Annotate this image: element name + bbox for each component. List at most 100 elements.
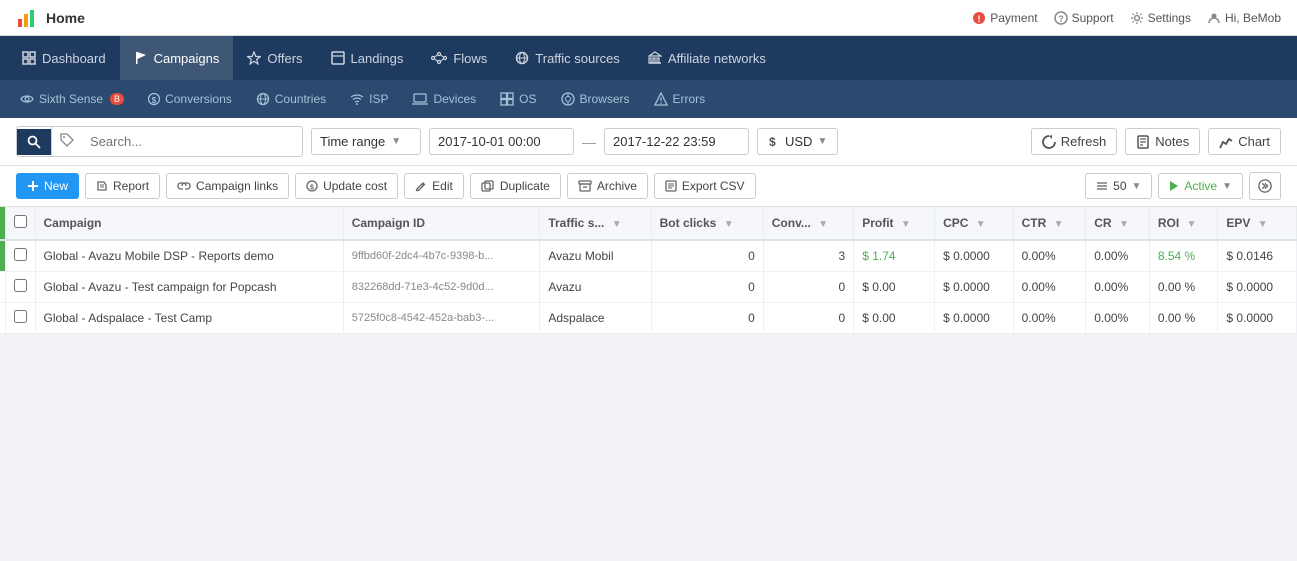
column-header-profit[interactable]: Profit ▼ (854, 207, 935, 240)
column-header-conv[interactable]: Conv... ▼ (763, 207, 853, 240)
nav-item-traffic-sources[interactable]: Traffic sources (501, 36, 634, 80)
cell-roi: 8.54 % (1149, 240, 1218, 272)
refresh-icon (1042, 135, 1056, 149)
cell-roi: 0.00 % (1149, 272, 1218, 303)
export-csv-button[interactable]: Export CSV (654, 173, 756, 199)
column-header-ctr[interactable]: CTR ▼ (1013, 207, 1086, 240)
edit-button[interactable]: Edit (404, 173, 464, 199)
column-header-campaign-id[interactable]: Campaign ID (343, 207, 540, 240)
subnav-item-browsers[interactable]: Browsers (549, 80, 642, 118)
cell-campaign_id: 5725f0c8-4542-452a-bab3-... (343, 303, 540, 334)
edit-icon (415, 180, 427, 192)
update-cost-button[interactable]: $ Update cost (295, 173, 398, 199)
subnav-item-conversions[interactable]: $ Conversions (136, 80, 244, 118)
time-range-chevron-icon: ▼ (391, 136, 401, 147)
row-checkbox-cell[interactable] (5, 240, 35, 272)
row-checkbox[interactable] (14, 248, 27, 261)
sort-icon: ▼ (901, 219, 911, 230)
column-header-roi[interactable]: ROI ▼ (1149, 207, 1218, 240)
per-page-button[interactable]: 50 ▼ (1085, 173, 1152, 199)
currency-chevron-icon: ▼ (817, 136, 827, 147)
column-header-bot-clicks[interactable]: Bot clicks ▼ (651, 207, 763, 240)
tag-button[interactable] (51, 127, 82, 156)
app-name[interactable]: Home (46, 10, 85, 26)
report-button[interactable]: Report (85, 173, 160, 199)
support-link[interactable]: ? Support (1054, 11, 1114, 25)
warning-icon (654, 92, 668, 106)
subnav: Sixth Sense B $ Conversions Countries IS… (0, 80, 1297, 118)
time-range-dropdown[interactable]: Time range ▼ (311, 128, 421, 155)
row-checkbox-cell[interactable] (5, 303, 35, 334)
settings-link[interactable]: Settings (1130, 11, 1191, 25)
refresh-button[interactable]: Refresh (1031, 128, 1118, 155)
nav-item-landings[interactable]: Landings (317, 36, 418, 80)
nav-item-dashboard[interactable]: Dashboard (8, 36, 120, 80)
user-menu[interactable]: Hi, BeMob (1207, 11, 1281, 25)
row-checkbox[interactable] (14, 279, 27, 292)
column-header-traffic-source[interactable]: Traffic s... ▼ (540, 207, 651, 240)
table-row: Global - Adspalace - Test Camp5725f0c8-4… (0, 303, 1297, 334)
nav-item-campaigns[interactable]: Campaigns (120, 36, 234, 80)
search-button[interactable] (17, 129, 51, 155)
nav-item-affiliate-networks[interactable]: Affiliate networks (634, 36, 780, 80)
sort-icon: ▼ (612, 219, 622, 230)
cell-campaign_id: 832268dd-71e3-4c52-9d0d... (343, 272, 540, 303)
cell-profit: $ 0.00 (854, 303, 935, 334)
column-header-epv[interactable]: EPV ▼ (1218, 207, 1297, 240)
svg-text:$: $ (769, 135, 776, 149)
subnav-item-devices[interactable]: Devices (400, 80, 488, 118)
row-checkbox[interactable] (14, 310, 27, 323)
gear-icon (1130, 11, 1144, 25)
notes-button[interactable]: Notes (1125, 128, 1200, 155)
cell-conv: 0 (763, 272, 853, 303)
date-from-input[interactable] (429, 128, 574, 155)
active-button[interactable]: Active ▼ (1158, 173, 1243, 199)
cell-profit: $ 0.00 (854, 272, 935, 303)
payment-link[interactable]: ! Payment (972, 11, 1037, 25)
tag-icon (60, 133, 74, 147)
laptop-icon (412, 92, 428, 106)
navbar: Dashboard Campaigns Offers Landings Flow… (0, 36, 1297, 80)
date-to-input[interactable] (604, 128, 749, 155)
select-all-checkbox[interactable] (14, 215, 27, 228)
nav-item-flows[interactable]: Flows (417, 36, 501, 80)
cell-campaign: Global - Avazu - Test campaign for Popca… (35, 272, 343, 303)
star-icon (247, 51, 261, 65)
archive-button[interactable]: Archive (567, 173, 648, 199)
column-settings-button[interactable] (1249, 172, 1281, 200)
chart-icon (1219, 135, 1233, 149)
chart-button[interactable]: Chart (1208, 128, 1281, 155)
search-icon (27, 135, 41, 149)
per-page-chevron-icon: ▼ (1132, 181, 1142, 192)
browser-icon (561, 92, 575, 106)
topbar-right: ! Payment ? Support Settings Hi, BeMob (972, 11, 1281, 25)
nav-item-offers[interactable]: Offers (233, 36, 316, 80)
new-button[interactable]: New (16, 173, 79, 199)
cell-bot_clicks: 0 (651, 240, 763, 272)
column-header-campaign[interactable]: Campaign (35, 207, 343, 240)
column-header-cr[interactable]: CR ▼ (1086, 207, 1150, 240)
campaign-links-button[interactable]: Campaign links (166, 173, 289, 199)
cell-ctr: 0.00% (1013, 240, 1086, 272)
subnav-item-isp[interactable]: ISP (338, 80, 400, 118)
search-input[interactable] (82, 128, 302, 155)
cell-campaign_id: 9ffbd60f-2dc4-4b7c-9398-b... (343, 240, 540, 272)
duplicate-button[interactable]: Duplicate (470, 173, 561, 199)
column-header-cpc[interactable]: CPC ▼ (935, 207, 1014, 240)
subnav-item-countries[interactable]: Countries (244, 80, 338, 118)
cell-campaign: Global - Avazu Mobile DSP - Reports demo (35, 240, 343, 272)
currency-dropdown[interactable]: $ USD ▼ (757, 128, 838, 155)
cell-conv: 3 (763, 240, 853, 272)
row-checkbox-cell[interactable] (5, 272, 35, 303)
topbar-left: Home (16, 7, 85, 29)
cell-cr: 0.00% (1086, 303, 1150, 334)
report-icon (96, 180, 108, 192)
select-all-header[interactable] (5, 207, 35, 240)
subnav-item-errors[interactable]: Errors (642, 80, 718, 118)
subnav-item-sixth-sense[interactable]: Sixth Sense B (8, 80, 136, 118)
subnav-item-os[interactable]: OS (488, 80, 548, 118)
cell-cpc: $ 0.0000 (935, 303, 1014, 334)
user-icon (1207, 11, 1221, 25)
svg-text:$: $ (310, 185, 314, 192)
data-table: Campaign Campaign ID Traffic s... ▼ Bot … (0, 207, 1297, 334)
